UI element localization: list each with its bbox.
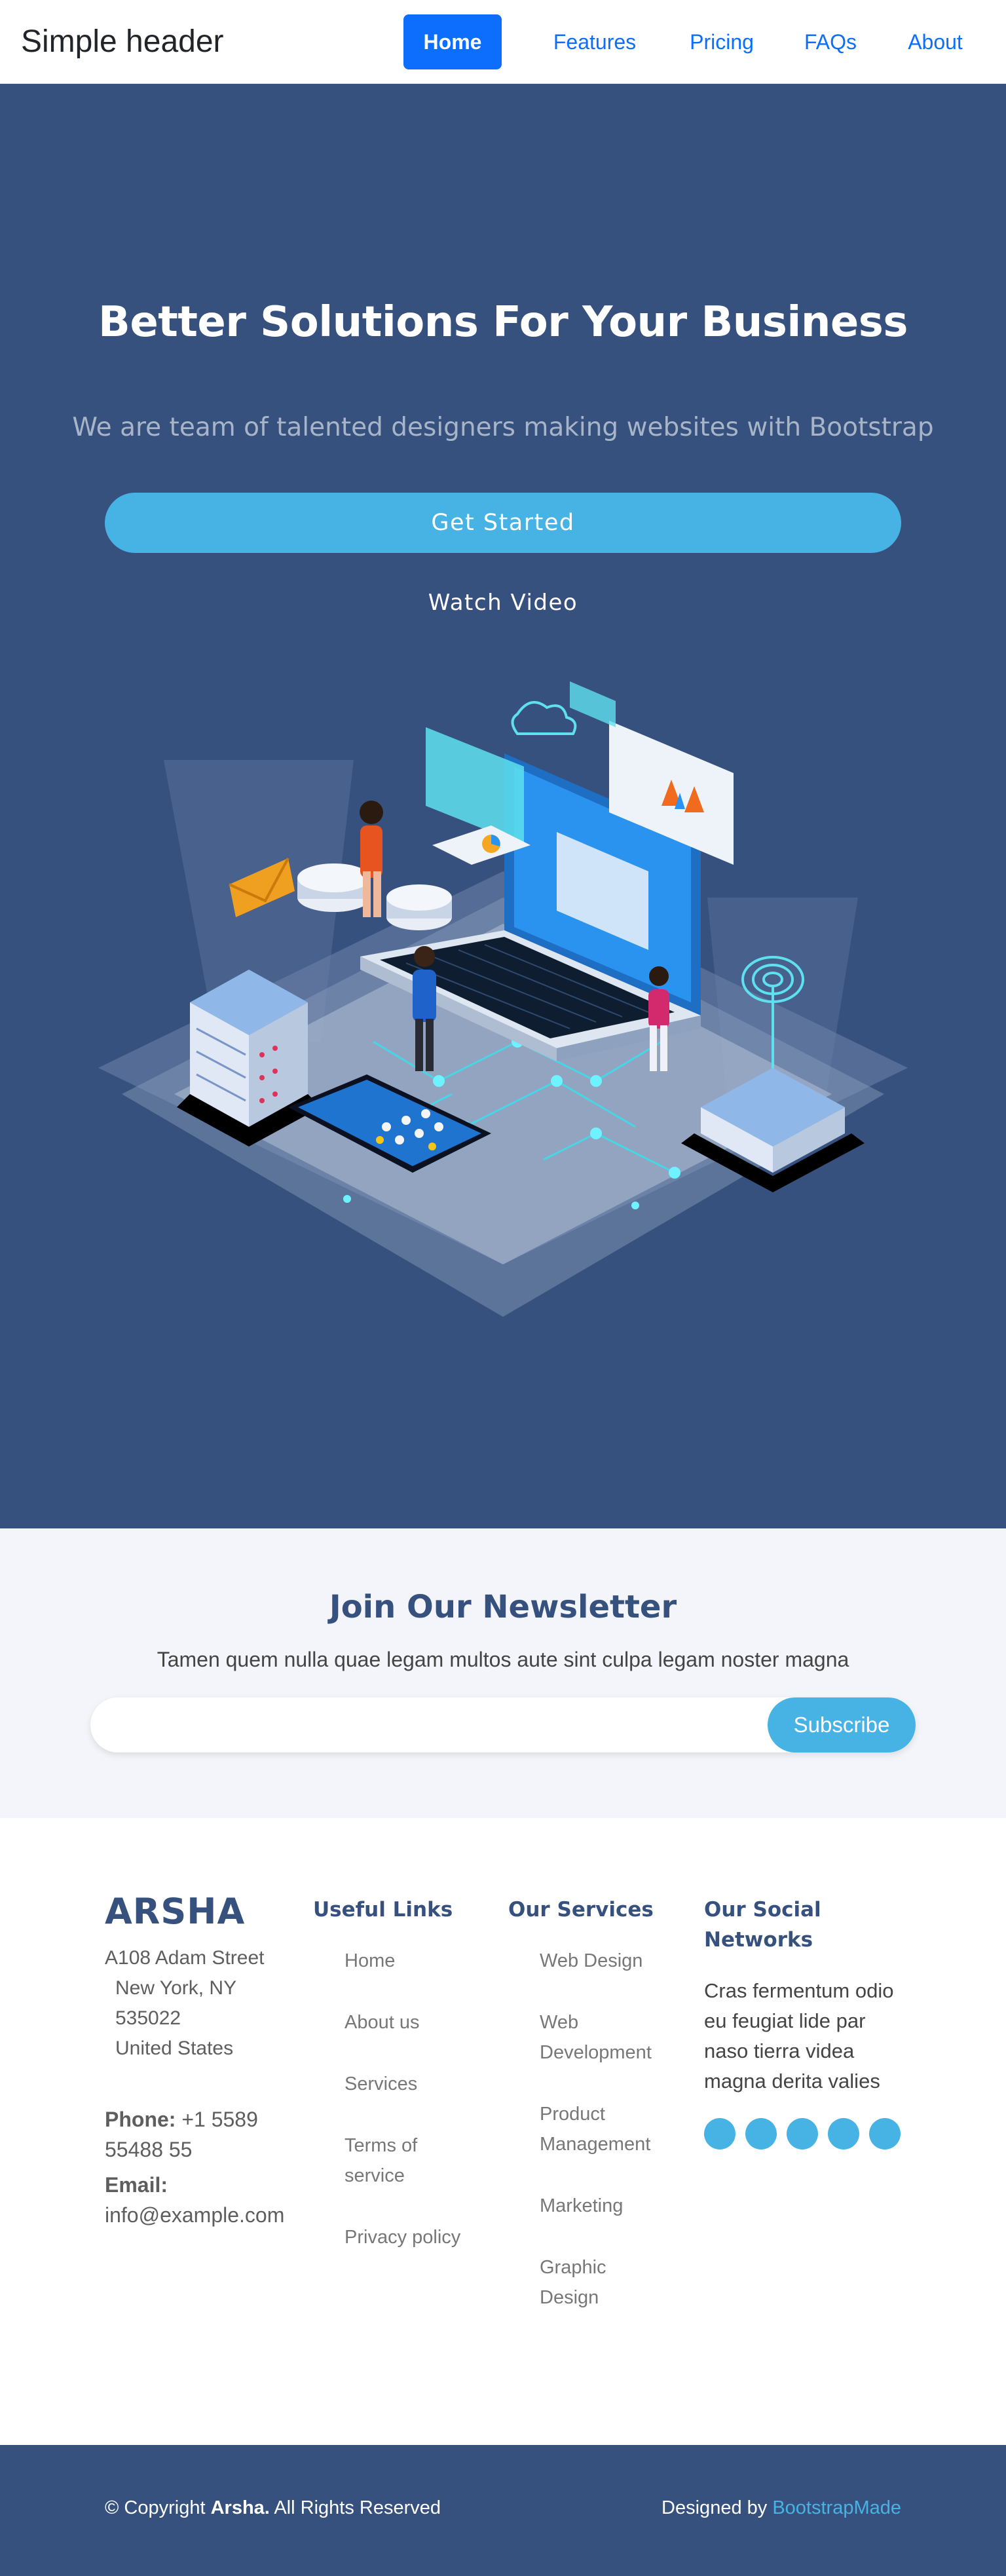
footer-link-privacy[interactable]: Privacy policy <box>345 2222 482 2252</box>
footer-service-marketing[interactable]: Marketing <box>540 2191 671 2221</box>
site-header: Simple header Home Features Pricing FAQs… <box>0 0 1006 84</box>
footer-link-home[interactable]: Home <box>345 1946 475 1976</box>
address-line-3: United States <box>115 2037 234 2059</box>
linkedin-icon[interactable] <box>869 2118 901 2150</box>
nav-features[interactable]: Features <box>541 14 648 69</box>
footer-link-about[interactable]: About us <box>345 2007 475 2037</box>
twitter-icon[interactable] <box>704 2118 736 2150</box>
footer-service-graphic-design[interactable]: Graphic Design <box>540 2252 625 2313</box>
copyright-prefix: © Copyright <box>105 2497 206 2518</box>
copyright-suffix: All Rights Reserved <box>274 2497 441 2518</box>
instagram-icon[interactable] <box>787 2118 818 2150</box>
address-line-1: A108 Adam Street <box>105 1947 265 1969</box>
phone-label: Phone: <box>105 2108 176 2131</box>
copyright-brand: Arsha. <box>210 2497 270 2518</box>
social-networks-title: Our Social Networks <box>704 1898 821 1952</box>
facebook-icon[interactable] <box>745 2118 777 2150</box>
nav-home[interactable]: Home <box>403 14 502 69</box>
newsletter-email-input[interactable] <box>110 1705 765 1745</box>
hero-illustration <box>98 681 908 1317</box>
nav-faqs[interactable]: FAQs <box>791 14 870 69</box>
newsletter-section <box>0 1528 1006 1818</box>
footer-service-web-dev[interactable]: Web Development <box>540 2007 664 2068</box>
copyright: © Copyright Arsha. All Rights Reserved <box>105 2497 441 2519</box>
useful-links-title: Useful Links <box>313 1898 453 1922</box>
footer-phone: Phone: +1 5589 55488 55 <box>105 2104 295 2165</box>
footer-service-product-mgmt[interactable]: Product Management <box>540 2099 664 2159</box>
email-label: Email: <box>105 2173 168 2197</box>
footer-email: Email: info@example.com <box>105 2170 295 2230</box>
nav-about[interactable]: About <box>892 14 978 69</box>
footer-service-web-design[interactable]: Web Design <box>540 1946 671 1976</box>
brand-title: Simple header <box>21 24 224 59</box>
footer-link-terms[interactable]: Terms of service <box>345 2131 462 2191</box>
designed-by-label: Designed by <box>661 2497 768 2518</box>
our-services-title: Our Services <box>508 1898 654 1922</box>
get-started-button[interactable]: Get Started <box>105 493 901 553</box>
nav-pricing[interactable]: Pricing <box>675 14 769 69</box>
footer-link-services[interactable]: Services <box>345 2069 475 2099</box>
skype-icon[interactable] <box>828 2118 859 2150</box>
hero-subtitle: We are team of talented designers making… <box>72 413 934 442</box>
footer-address: A108 Adam Street New York, NY 535022 Uni… <box>105 1943 295 2064</box>
bootstrapmade-link[interactable]: BootstrapMade <box>772 2497 901 2518</box>
social-networks-text: Cras fermentum odio eu feugiat lide par … <box>704 1979 894 2093</box>
email-value: info@example.com <box>105 2203 285 2227</box>
subscribe-button[interactable]: Subscribe <box>768 1697 916 1752</box>
newsletter-text: Tamen quem nulla quae legam multos aute … <box>157 1648 849 1671</box>
credits: Designed by BootstrapMade <box>661 2497 901 2519</box>
newsletter-title: Join Our Newsletter <box>329 1589 677 1625</box>
address-line-2: New York, NY 535022 <box>115 1977 236 2029</box>
hero-title: Better Solutions For Your Business <box>98 298 908 347</box>
watch-video-link[interactable]: Watch Video <box>0 590 1006 616</box>
footer-logo: ARSHA <box>105 1891 246 1932</box>
